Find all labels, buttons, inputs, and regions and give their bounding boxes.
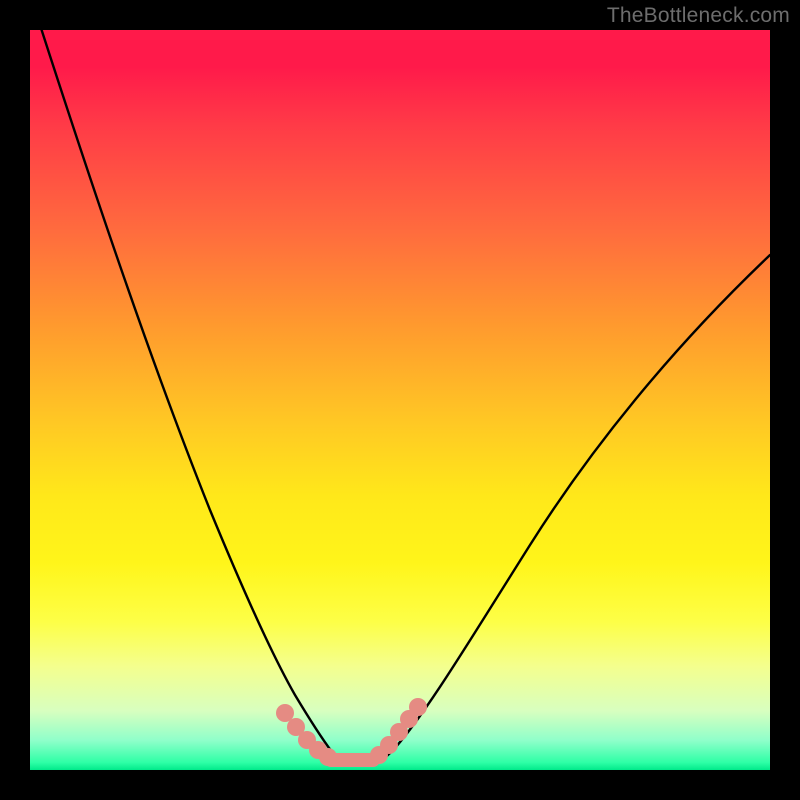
curve-layer [30, 30, 770, 770]
plot-area [30, 30, 770, 770]
highlight-right [370, 698, 427, 764]
watermark-text: TheBottleneck.com [607, 4, 790, 28]
bottleneck-curve [40, 30, 770, 764]
chart-frame: TheBottleneck.com [0, 0, 800, 800]
